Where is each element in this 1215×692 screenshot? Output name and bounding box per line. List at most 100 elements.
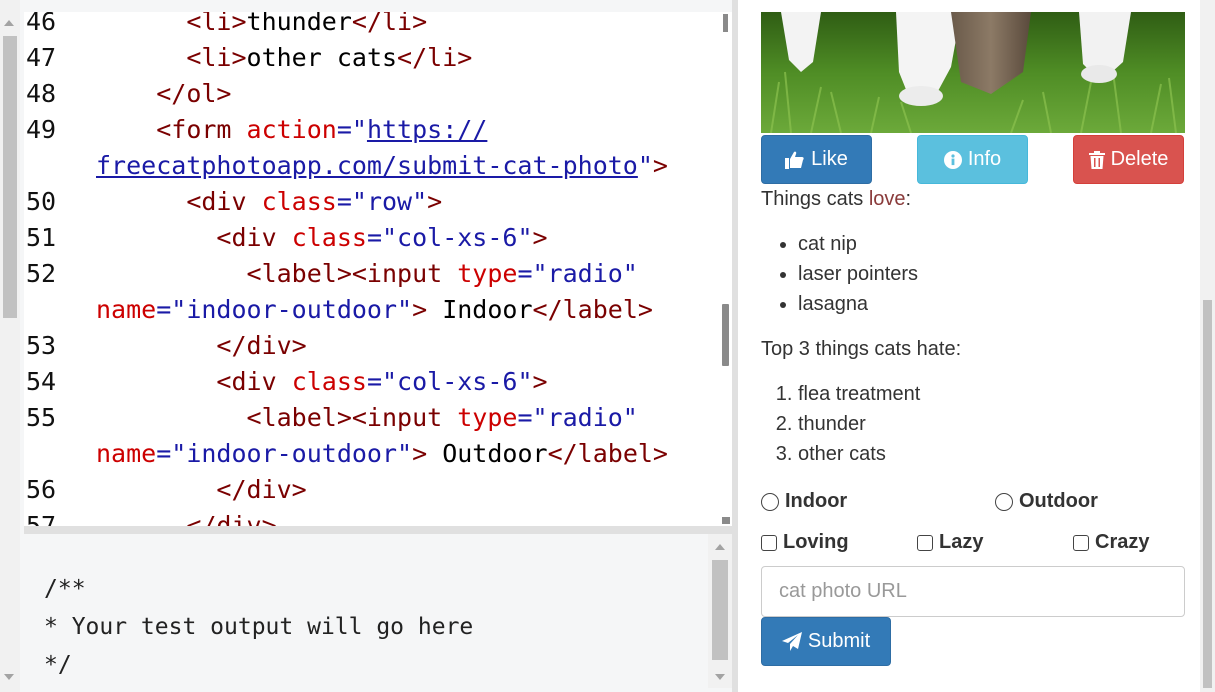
delete-button-label: Delete	[1110, 148, 1169, 170]
code-line[interactable]: 46 <li>thunder</li>	[24, 12, 724, 40]
line-number: 54	[26, 367, 57, 396]
code-token: ="radio"	[517, 403, 638, 432]
code-line[interactable]: name="indoor-outdoor"> Outdoor</label>	[24, 436, 724, 472]
code-token: ="indoor-outdoor"	[156, 439, 413, 468]
code-token: name	[96, 439, 157, 468]
code-line[interactable]: 50 <div class="row">	[24, 184, 724, 220]
code-text: <label><input type="radio"	[96, 256, 638, 292]
editor-scrollbar[interactable]	[718, 12, 732, 526]
code-token: </ol>	[156, 79, 232, 108]
line-number: 56	[26, 475, 57, 504]
cat-photo[interactable]	[761, 12, 1185, 133]
code-line[interactable]: 54 <div class="col-xs-6">	[24, 364, 724, 400]
radio-outdoor[interactable]: Outdoor	[995, 490, 1098, 513]
line-number: 47	[26, 43, 57, 72]
scroll-up-arrow-icon[interactable]	[715, 544, 725, 550]
code-text: name="indoor-outdoor"> Indoor</label>	[96, 292, 653, 328]
code-token: >	[652, 151, 668, 180]
info-circle-icon	[943, 150, 962, 169]
code-token: </label>	[532, 295, 653, 324]
code-line[interactable]: freecatphotoapp.com/submit-cat-photo">	[24, 148, 724, 184]
scroll-down-arrow-icon[interactable]	[4, 674, 14, 680]
cat-photo-url-input[interactable]	[761, 566, 1185, 617]
code-token: <label><input	[246, 403, 458, 432]
radio-indoor[interactable]: Indoor	[761, 490, 847, 513]
list-item: lasagna	[798, 289, 918, 319]
code-token: >	[412, 295, 428, 324]
code-line[interactable]: 55 <label><input type="radio"	[24, 400, 724, 436]
cat-photo-image	[761, 12, 1185, 133]
preview-scrollbar[interactable]	[1200, 0, 1215, 692]
editor-scrollbar-thumb[interactable]	[722, 304, 729, 366]
code-lines: 46 <li>thunder</li> 47 <li>other cats</li…	[24, 12, 724, 526]
checkbox-lazy-label: Lazy	[939, 531, 984, 553]
code-text: freecatphotoapp.com/submit-cat-photo">	[96, 148, 668, 184]
code-token: name	[96, 295, 157, 324]
line-number: 48	[26, 79, 57, 108]
code-line[interactable]: 53 </div>	[24, 328, 724, 364]
code-line[interactable]: 47 <li>other cats</li>	[24, 40, 724, 76]
code-token: Indoor	[427, 295, 533, 324]
code-token: <li>	[186, 43, 247, 72]
code-line[interactable]: 56 </div>	[24, 472, 724, 508]
checkbox-lazy[interactable]: Lazy	[917, 531, 983, 554]
line-number: 55	[26, 403, 57, 432]
code-token: other cats	[246, 43, 398, 72]
preview-pane: Like Info Delete Things cats love: cat n…	[738, 0, 1200, 692]
preview-scrollbar-thumb[interactable]	[1203, 300, 1212, 688]
code-token: <form	[156, 115, 247, 144]
code-line[interactable]: 51 <div class="col-xs-6">	[24, 220, 724, 256]
code-line[interactable]: 49 <form action="https://	[24, 112, 724, 148]
code-line[interactable]: 48 </ol>	[24, 76, 724, 112]
code-line[interactable]: 57 </div>	[24, 508, 724, 526]
radio-indoor-circle[interactable]	[761, 492, 779, 511]
code-token: ="col-xs-6"	[366, 367, 533, 396]
radio-outdoor-label: Outdoor	[1019, 490, 1098, 512]
code-token: freecatphotoapp.com/submit-cat-photo	[96, 151, 638, 180]
editor-scrollbar-bottom-cap	[722, 517, 730, 524]
code-text: <div class="col-xs-6">	[96, 220, 547, 256]
info-button-label: Info	[967, 148, 1002, 170]
checkbox-crazy[interactable]: Crazy	[1073, 531, 1149, 554]
delete-button[interactable]: Delete	[1073, 135, 1184, 184]
code-token: </div>	[186, 511, 277, 526]
code-token: ="row"	[336, 187, 428, 216]
code-token: <div	[216, 223, 292, 252]
checkbox-loving[interactable]: Loving	[761, 531, 849, 554]
editor-output-divider[interactable]	[24, 526, 732, 534]
output-scrollbar[interactable]	[708, 534, 732, 688]
scrollbar-thumb[interactable]	[3, 36, 17, 318]
info-button[interactable]: Info	[917, 135, 1028, 184]
paper-plane-icon	[781, 631, 802, 651]
code-token: thunder	[246, 12, 352, 36]
code-line[interactable]: name="indoor-outdoor"> Indoor</label>	[24, 292, 724, 328]
submit-button[interactable]: Submit	[761, 617, 891, 666]
code-token: >	[412, 439, 428, 468]
checkbox-crazy-box[interactable]	[1073, 534, 1089, 551]
scroll-up-arrow-icon[interactable]	[4, 20, 14, 26]
line-number: 53	[26, 331, 57, 360]
code-token: https://	[366, 115, 488, 144]
scroll-down-arrow-icon[interactable]	[715, 674, 725, 680]
like-button[interactable]: Like	[761, 135, 872, 184]
code-text: <div class="row">	[96, 184, 442, 220]
page-scrollbar[interactable]	[0, 0, 20, 692]
code-token: class	[291, 367, 367, 396]
output-scrollbar-thumb[interactable]	[712, 560, 728, 660]
radio-outdoor-circle[interactable]	[995, 492, 1013, 511]
line-number: 50	[26, 187, 57, 216]
love-heading-suffix: :	[905, 188, 912, 210]
code-editor[interactable]: 46 <li>thunder</li> 47 <li>other cats</li…	[24, 12, 732, 526]
code-text: </div>	[96, 472, 306, 508]
code-text: <li>other cats</li>	[96, 40, 472, 76]
code-text: </div>	[96, 328, 306, 364]
checkbox-loving-box[interactable]	[761, 534, 777, 551]
code-line[interactable]: 52 <label><input type="radio"	[24, 256, 724, 292]
code-token: class	[291, 223, 367, 252]
checkbox-lazy-box[interactable]	[917, 534, 933, 551]
